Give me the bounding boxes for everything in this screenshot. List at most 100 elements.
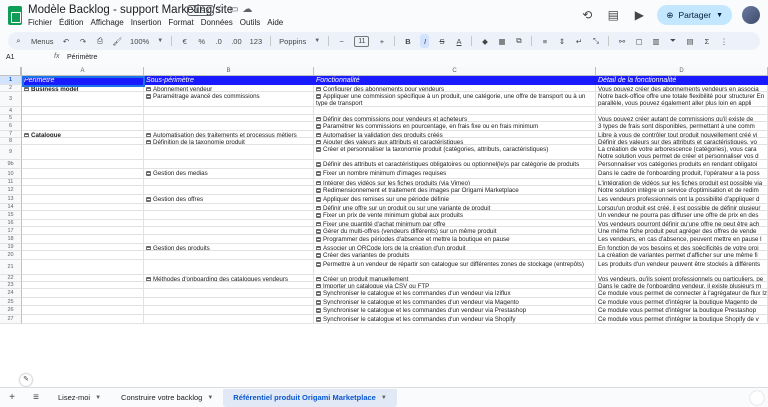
group-collapse-icon[interactable] (316, 229, 321, 234)
row-header[interactable]: 7 (0, 131, 22, 138)
italic-button[interactable]: I (420, 34, 430, 48)
row-header[interactable]: 24 (0, 289, 22, 298)
cell-c[interactable]: Gérer du multi-offres (vendeurs différen… (314, 227, 596, 235)
cell-c[interactable]: Créer et personnaliser la taxonomie prod… (314, 145, 596, 160)
cell-c[interactable]: Intégrer des vidéos sur les fiches produ… (314, 179, 596, 186)
meet-icon[interactable]: ▶ (631, 7, 647, 23)
cell-b[interactable]: Automatisation des traitements et proces… (144, 131, 314, 138)
comment-icon[interactable]: ▢ (634, 34, 643, 48)
cell-c[interactable]: Associer un QRCode lors de la création d… (314, 244, 596, 251)
cell-b[interactable] (144, 160, 314, 169)
cell-a[interactable] (22, 220, 144, 227)
cell-b[interactable] (144, 282, 314, 289)
column-header-a[interactable]: A (22, 67, 144, 76)
row-header[interactable]: 25 (0, 298, 22, 306)
cell-c[interactable]: Automatiser la validation des produits c… (314, 131, 596, 138)
menu-view[interactable]: Affichage (90, 18, 123, 27)
menu-help[interactable]: Aide (267, 18, 283, 27)
sheet-tab-referentiel[interactable]: Référentiel produit Origami Marketplace … (223, 388, 397, 407)
merge-cells-icon[interactable]: ⧉ (514, 34, 523, 48)
cell-b[interactable] (144, 186, 314, 195)
row-header[interactable]: 21 (0, 260, 22, 275)
chevron-down-icon[interactable]: ▼ (716, 12, 723, 19)
group-collapse-icon[interactable] (316, 317, 321, 322)
percent-format-button[interactable]: % (197, 34, 206, 48)
cell-a[interactable]: Périmètre (22, 76, 144, 85)
row-header[interactable]: 9b (0, 160, 22, 169)
row-header[interactable]: 14 (0, 204, 22, 211)
cell-b[interactable] (144, 122, 314, 131)
cell-a[interactable] (22, 204, 144, 211)
cell-c[interactable]: Programmer des périodes d'absence et met… (314, 235, 596, 244)
row-header[interactable]: 1 (0, 76, 22, 85)
cell-a[interactable] (22, 186, 144, 195)
cell-d[interactable]: Un vendeur ne pourra pas diffuser une of… (596, 211, 768, 220)
row-header[interactable]: 12 (0, 186, 22, 195)
cell-b[interactable] (144, 220, 314, 227)
cell-a[interactable] (22, 244, 144, 251)
row-header[interactable]: 26 (0, 306, 22, 315)
menu-data[interactable]: Données (201, 18, 233, 27)
cell-a[interactable] (22, 260, 144, 275)
cell-c[interactable]: Importer un catalogue via CSV ou FTP (314, 282, 596, 289)
cell-d[interactable]: Ce module vous permet d'intégrer la bout… (596, 298, 768, 306)
all-sheets-icon[interactable]: ≡ (24, 392, 48, 403)
cell-d[interactable]: Dans le cadre de l'onboarding produit, l… (596, 169, 768, 179)
cell-a[interactable] (22, 122, 144, 131)
cloud-status-icon[interactable]: ☁ (242, 4, 256, 15)
formula-input[interactable]: Périmètre (67, 54, 97, 61)
group-collapse-icon[interactable] (316, 197, 321, 202)
cell-b[interactable] (144, 289, 314, 298)
name-box[interactable]: A1 (6, 54, 15, 61)
cell-d[interactable]: Vos vendeurs, qu'ils soient professionne… (596, 275, 768, 282)
row-header[interactable]: 8 (0, 138, 22, 145)
cell-b[interactable] (144, 107, 314, 115)
cell-c[interactable]: Paramétrer les commissions en pourcentag… (314, 122, 596, 131)
link-icon[interactable]: ⚯ (617, 34, 626, 48)
cell-d[interactable]: Détail de la fonctionnalité (596, 76, 768, 85)
cell-a[interactable] (22, 138, 144, 145)
cell-d[interactable]: Vous pouvez créer des abonnements vendeu… (596, 85, 768, 92)
sheet-scroll-button[interactable] (750, 391, 764, 405)
group-collapse-icon[interactable] (146, 171, 151, 176)
search-icon[interactable]: ⌕ (14, 34, 23, 48)
group-collapse-icon[interactable] (316, 237, 321, 242)
cell-d[interactable]: Ce module vous permet de connecter à l'a… (596, 289, 768, 298)
cell-a[interactable] (22, 227, 144, 235)
row-header[interactable]: 4 (0, 107, 22, 115)
cell-c[interactable]: Définir des commissions pour vendeurs et… (314, 115, 596, 122)
cell-c[interactable]: Définir une offre sur un produit ou sur … (314, 204, 596, 211)
cell-a[interactable] (22, 315, 144, 324)
cell-c[interactable]: Synchroniser le catalogue et les command… (314, 298, 596, 306)
cell-d[interactable]: Vos vendeurs pourront définir qu'une off… (596, 220, 768, 227)
cell-c[interactable]: Définir des attributs et caractéristique… (314, 160, 596, 169)
cell-b[interactable] (144, 298, 314, 306)
group-collapse-icon[interactable] (316, 253, 321, 258)
cell-a[interactable] (22, 195, 144, 204)
cell-d[interactable]: Vous pouvez créer autant de commissions … (596, 115, 768, 122)
cell-d[interactable]: La création de votre arborescence (catég… (596, 145, 768, 160)
cell-d[interactable]: Notre solution intègre un service d'opti… (596, 186, 768, 195)
cell-a[interactable] (22, 107, 144, 115)
group-collapse-icon[interactable] (316, 300, 321, 305)
cell-b[interactable] (144, 204, 314, 211)
cell-c[interactable]: Créer un produit manuellement (314, 275, 596, 282)
cell-d[interactable]: Les vendeurs, en cas d'absence, peuvent … (596, 235, 768, 244)
menus-search[interactable]: Menus (31, 34, 54, 48)
cell-a[interactable] (22, 115, 144, 122)
cell-d[interactable]: Une même fiche produit peut agréger des … (596, 227, 768, 235)
cell-b[interactable] (144, 145, 314, 160)
filter-views-icon[interactable]: ▤ (685, 34, 694, 48)
cell-c[interactable]: Fonctionnalité (314, 76, 596, 85)
align-vertical-icon[interactable]: ⇕ (557, 34, 566, 48)
column-header-d[interactable]: D (596, 67, 768, 76)
cell-c[interactable]: Appliquer des remises sur une période dé… (314, 195, 596, 204)
group-collapse-icon[interactable] (316, 262, 321, 267)
cell-d[interactable]: Ce module vous permet d'intégrer la bout… (596, 315, 768, 324)
cell-d[interactable]: Les vendeurs professionnels ont la possi… (596, 195, 768, 204)
chevron-down-icon[interactable]: ▼ (314, 38, 320, 44)
number-format-button[interactable]: 123 (250, 34, 263, 48)
decrease-decimal-button[interactable]: .0 (214, 34, 223, 48)
cell-d[interactable]: Libre à vous de contrôler tout produit n… (596, 131, 768, 138)
text-wrap-icon[interactable]: ↵ (574, 34, 583, 48)
